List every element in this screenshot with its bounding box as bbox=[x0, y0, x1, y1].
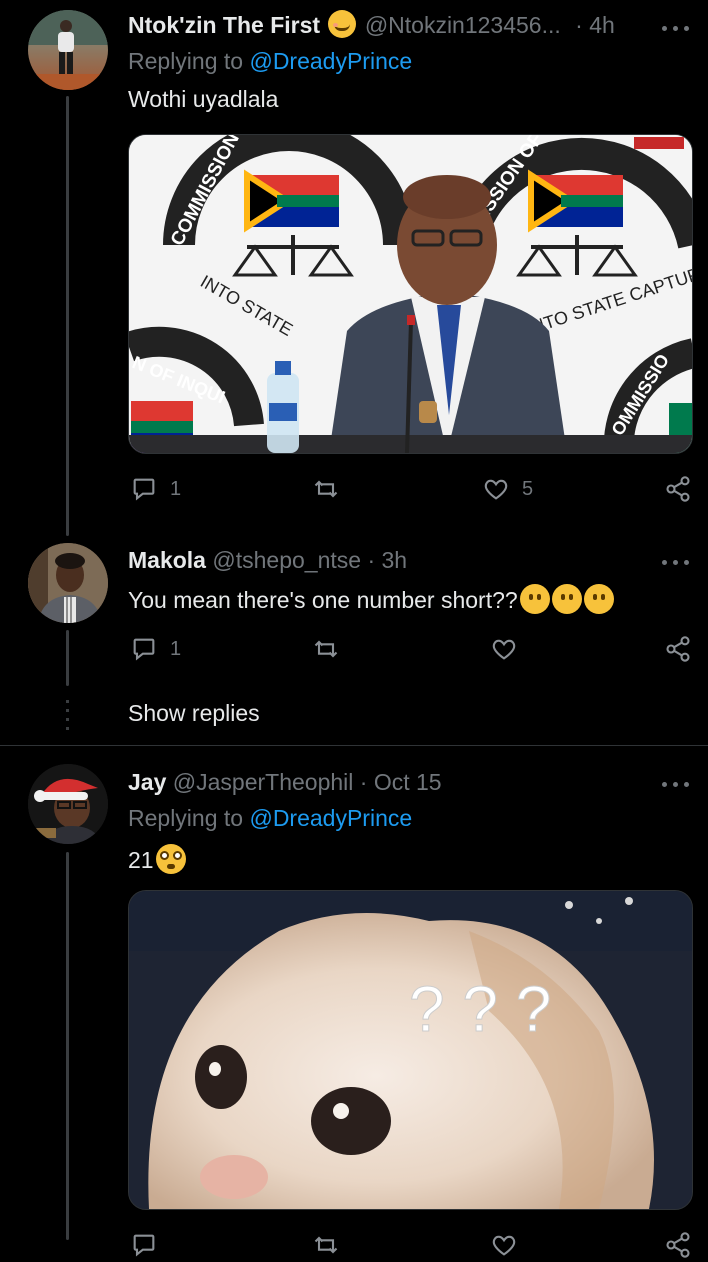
like-count: 5 bbox=[522, 477, 534, 500]
avatar[interactable] bbox=[28, 764, 108, 844]
thread-line bbox=[66, 96, 69, 536]
tweet-header: Ntok'zin The First @Ntokzin123456... · 4… bbox=[128, 10, 615, 39]
tweet-text: You mean there's one number short?? bbox=[128, 584, 614, 614]
thread-dots bbox=[66, 700, 69, 730]
flushed-emoji bbox=[155, 844, 186, 874]
heart-icon bbox=[492, 639, 516, 660]
show-replies-link[interactable]: Show replies bbox=[128, 700, 260, 727]
tweet-header: Jay @JasperTheophil · Oct 15 bbox=[128, 769, 442, 796]
retweet-button[interactable] bbox=[312, 632, 340, 666]
replying-to-link[interactable]: @DreadyPrince bbox=[249, 805, 412, 831]
retweet-button[interactable] bbox=[312, 472, 340, 506]
replying-to: Replying to @DreadyPrince bbox=[128, 48, 412, 75]
thread-line bbox=[66, 852, 69, 1240]
thinking-emoji bbox=[551, 584, 582, 614]
display-name[interactable]: Ntok'zin The First bbox=[128, 12, 320, 38]
tweet-text: Wothi uyadlala bbox=[128, 86, 279, 112]
replying-prefix: Replying to bbox=[128, 805, 244, 831]
reply-count: 1 bbox=[170, 477, 182, 500]
timestamp[interactable]: 3h bbox=[382, 547, 408, 573]
smile-emoji bbox=[328, 10, 357, 38]
thinking-emoji bbox=[519, 584, 550, 614]
tweet-media-photo[interactable]: INTO STATE COMMISSION OF INQUIRY MISSION… bbox=[128, 134, 693, 454]
reply-button[interactable]: 1 bbox=[130, 472, 181, 506]
tweet-header: Makola @tshepo_ntse · 3h bbox=[128, 547, 407, 574]
retweet-button[interactable] bbox=[312, 1228, 340, 1262]
more-icon[interactable] bbox=[662, 557, 690, 567]
smirk-emoji bbox=[583, 584, 614, 614]
handle[interactable]: @tshepo_ntse bbox=[212, 547, 361, 573]
heart-icon bbox=[484, 479, 508, 500]
separator: · bbox=[367, 547, 376, 573]
retweet-icon bbox=[314, 1236, 338, 1254]
handle[interactable]: @JasperTheophil bbox=[173, 769, 354, 795]
tweet-text-body: 21 bbox=[128, 847, 154, 873]
like-button[interactable] bbox=[490, 1228, 518, 1262]
handle[interactable]: @Ntokzin123456... bbox=[365, 12, 561, 38]
share-button[interactable] bbox=[664, 1228, 692, 1262]
like-button[interactable] bbox=[490, 632, 518, 666]
reply-icon bbox=[133, 1234, 155, 1257]
reply-button[interactable]: 1 bbox=[130, 632, 181, 666]
share-icon bbox=[666, 636, 690, 662]
tweet-text: 21 bbox=[128, 844, 186, 874]
question-marks: ? ? ? bbox=[409, 973, 551, 1045]
retweet-icon bbox=[314, 640, 338, 658]
more-icon[interactable] bbox=[662, 23, 690, 33]
replying-to-link[interactable]: @DreadyPrince bbox=[249, 48, 412, 74]
like-button[interactable]: 5 bbox=[482, 472, 533, 506]
reply-button[interactable] bbox=[130, 1228, 158, 1262]
share-button[interactable] bbox=[664, 632, 692, 666]
avatar[interactable] bbox=[28, 10, 108, 90]
divider bbox=[0, 745, 708, 746]
tweet-media-photo[interactable]: ? ? ? bbox=[128, 890, 693, 1210]
timestamp[interactable]: 4h bbox=[589, 12, 615, 38]
thread-line bbox=[66, 630, 69, 686]
display-name[interactable]: Makola bbox=[128, 547, 206, 573]
timestamp[interactable]: Oct 15 bbox=[374, 769, 442, 795]
share-icon bbox=[666, 1232, 690, 1258]
share-icon bbox=[666, 476, 690, 502]
reply-count: 1 bbox=[170, 637, 182, 660]
reply-icon bbox=[133, 638, 155, 661]
tweet-text-body: You mean there's one number short?? bbox=[128, 587, 518, 613]
reply-icon bbox=[133, 478, 155, 501]
separator: · bbox=[359, 769, 368, 795]
retweet-icon bbox=[314, 480, 338, 498]
display-name[interactable]: Jay bbox=[128, 769, 166, 795]
replying-prefix: Replying to bbox=[128, 48, 244, 74]
share-button[interactable] bbox=[664, 472, 692, 506]
more-icon[interactable] bbox=[662, 779, 690, 789]
separator: · bbox=[575, 12, 583, 38]
replying-to: Replying to @DreadyPrince bbox=[128, 805, 412, 832]
avatar[interactable] bbox=[28, 543, 108, 623]
heart-icon bbox=[492, 1235, 516, 1256]
